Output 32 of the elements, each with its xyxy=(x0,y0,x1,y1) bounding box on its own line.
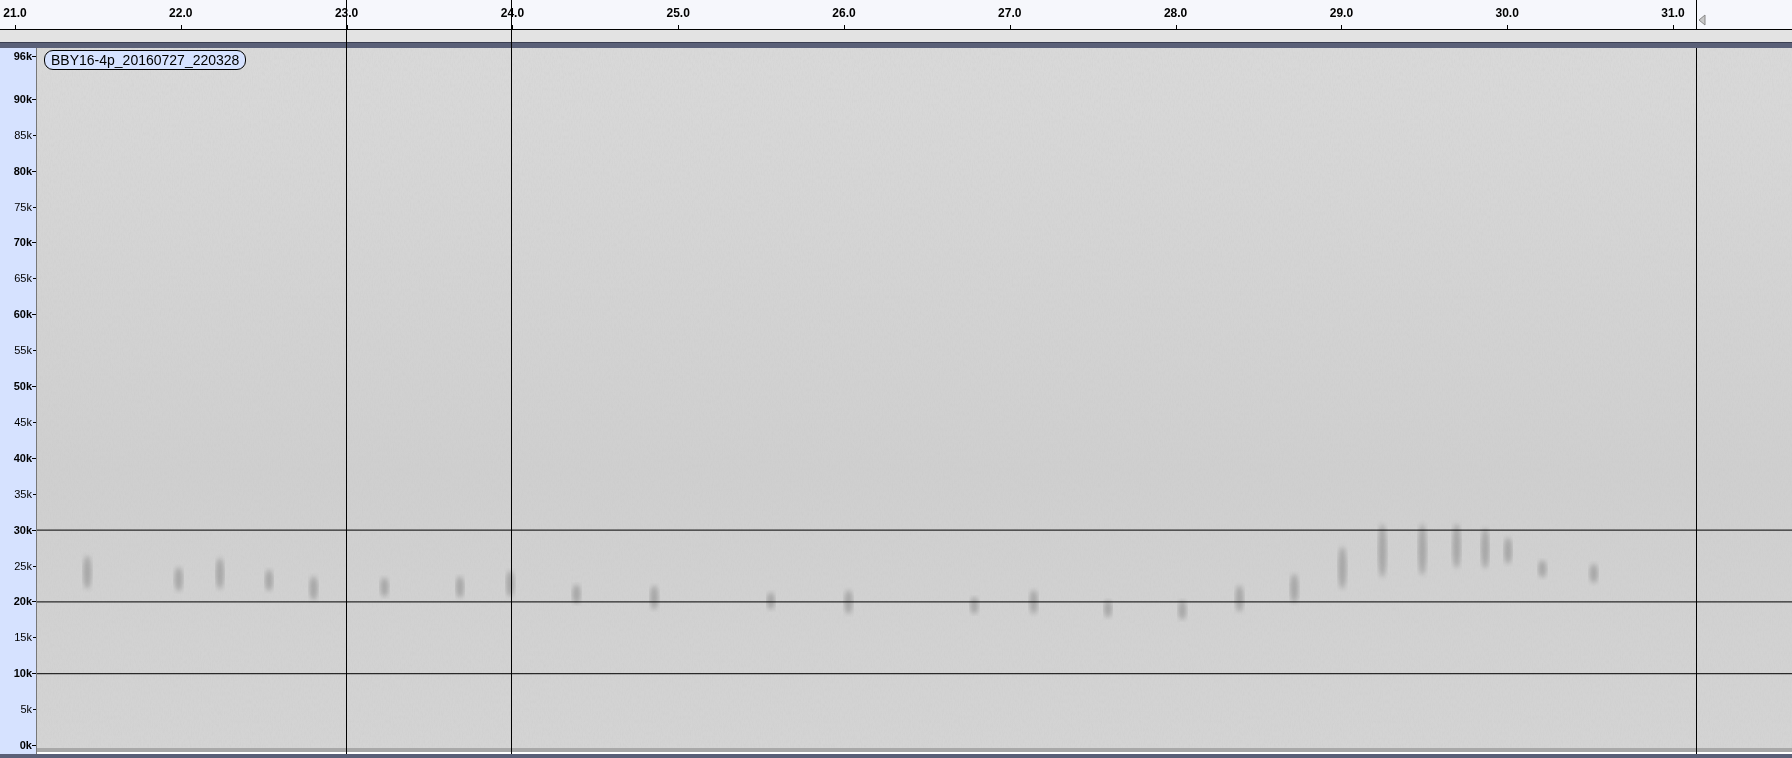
frequency-label: 50k xyxy=(13,380,32,392)
frequency-label: 40k xyxy=(13,451,32,464)
time-label: 22.0 xyxy=(169,6,193,20)
play-position-icon[interactable] xyxy=(1698,14,1706,26)
frequency-label: 75k xyxy=(14,200,32,213)
time-label: 25.0 xyxy=(666,6,690,20)
frequency-label: 65k xyxy=(14,272,32,285)
time-label: 28.0 xyxy=(1163,6,1188,20)
frequency-label: 15k xyxy=(14,631,32,644)
frequency-label: 96k xyxy=(13,50,32,62)
time-label: 21.0 xyxy=(3,6,27,20)
frequency-label: 70k xyxy=(13,236,32,249)
frequency-label: 90k xyxy=(13,92,32,105)
frequency-label: 10k xyxy=(13,667,32,680)
track-name-label[interactable]: BBY16-4p_20160727_220328 xyxy=(44,50,247,70)
frequency-label: 55k xyxy=(14,344,32,357)
time-label: 31.0 xyxy=(1661,6,1685,20)
time-label: 30.0 xyxy=(1495,6,1519,20)
frequency-label: 60k xyxy=(13,308,32,321)
frequency-label: 5k xyxy=(20,703,32,716)
frequency-label: 25k xyxy=(14,559,32,572)
timeline-ruler[interactable] xyxy=(0,0,1792,30)
frequency-label: 0k xyxy=(19,739,32,751)
time-label: 27.0 xyxy=(998,6,1022,20)
frequency-label: 85k xyxy=(14,128,32,141)
time-label: 26.0 xyxy=(832,6,856,20)
frequency-label: 80k xyxy=(13,164,32,177)
frequency-label: 20k xyxy=(13,595,32,608)
time-label: 29.0 xyxy=(1329,6,1354,20)
frequency-label: 30k xyxy=(13,523,32,536)
frequency-label: 45k xyxy=(14,415,32,428)
frequency-label: 35k xyxy=(14,487,32,500)
